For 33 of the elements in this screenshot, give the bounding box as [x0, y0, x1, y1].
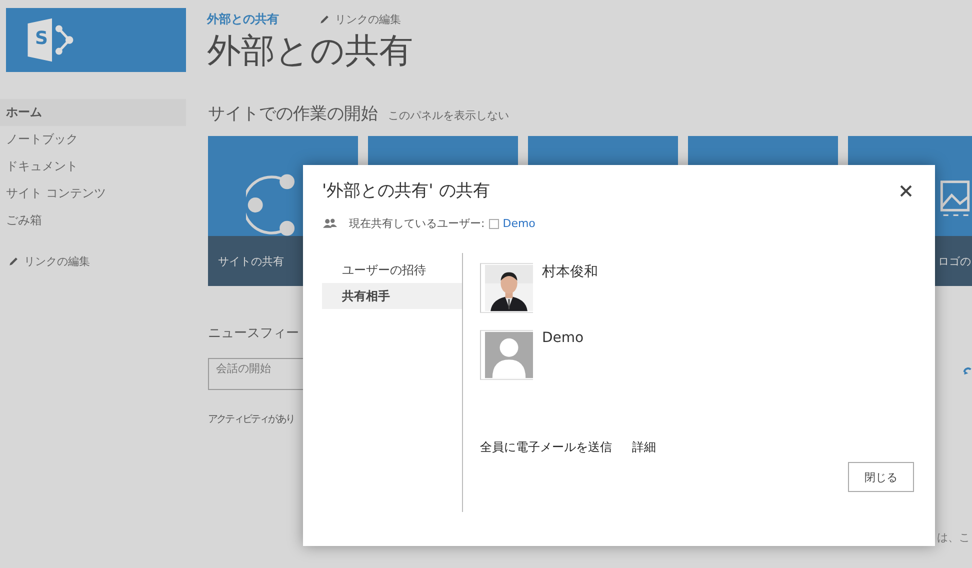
edit-links-link[interactable]: リンクの編集: [0, 254, 186, 269]
people-icon: [323, 218, 337, 229]
person-name[interactable]: Demo: [542, 330, 584, 346]
logo-letter: S: [35, 28, 48, 50]
site-title: 外部との共有: [207, 30, 413, 72]
dialog-link[interactable]: 全員に電子メールを送信: [480, 439, 612, 456]
close-button[interactable]: [898, 182, 914, 198]
nav-item[interactable]: ノートブック: [0, 126, 186, 153]
info-text: は、こ: [937, 530, 970, 545]
presence-icon: [488, 218, 499, 228]
site-logo[interactable]: S: [6, 8, 186, 72]
newsfeed-heading: ニュースフィー: [208, 325, 300, 342]
breadcrumb-link[interactable]: 外部との共有: [207, 11, 279, 28]
user-link[interactable]: Demo: [502, 217, 536, 230]
close-icon: [900, 184, 912, 196]
person-name[interactable]: 村本俊和: [542, 263, 598, 281]
avatar-icon: [485, 331, 533, 379]
nav-item[interactable]: ホーム: [0, 99, 186, 126]
section-heading: サイトでの作業の開始: [208, 103, 378, 125]
nav-item[interactable]: ドキュメント: [0, 153, 186, 180]
hide-panel-link[interactable]: このパネルを表示しない: [388, 108, 509, 123]
dialog-link[interactable]: 詳細: [632, 439, 656, 456]
pencil-icon: [319, 14, 330, 25]
dialog-tab[interactable]: 共有相手: [322, 283, 462, 309]
nav-item[interactable]: サイト コンテンツ: [0, 180, 186, 207]
tile-label: サイトの共有: [218, 254, 284, 268]
pencil-icon: [8, 256, 19, 267]
nav-item[interactable]: ごみ箱: [0, 207, 186, 234]
edit-links-link[interactable]: リンクの編集: [319, 12, 401, 27]
tile-label: ロゴの: [938, 254, 971, 268]
image-icon: [940, 180, 970, 217]
close-button[interactable]: 閉じる: [848, 462, 914, 492]
empty-activity-text: アクティビティがあり: [208, 413, 296, 426]
